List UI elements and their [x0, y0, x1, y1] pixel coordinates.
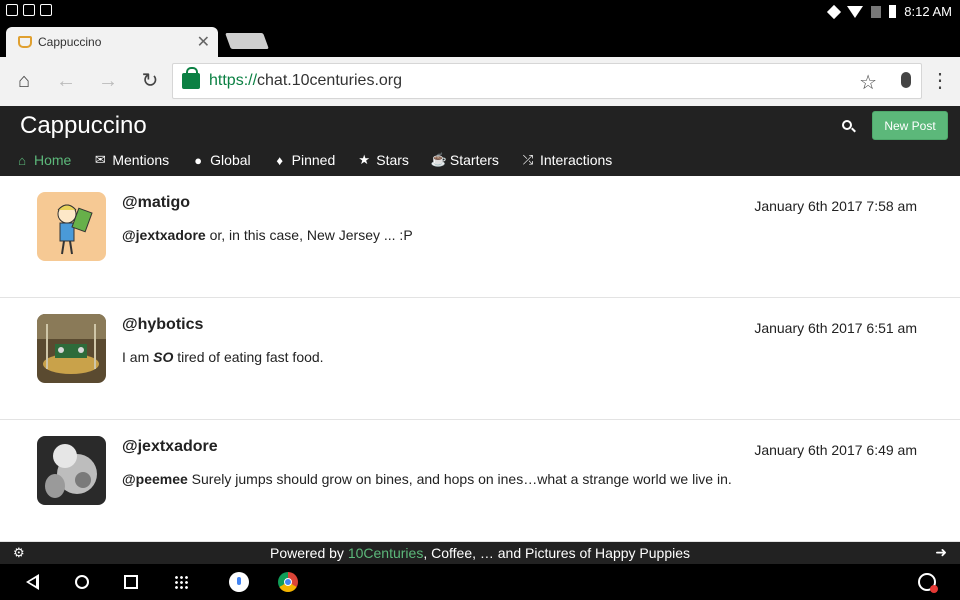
nav-label: Global — [210, 152, 251, 168]
browser-toolbar: ⌂ ← → ↻ https://chat.10centuries.org ☆ ⋮ — [0, 57, 960, 106]
browser-tab-strip: Cappuccino ✕ — [0, 24, 960, 57]
bw-photo-avatar-image — [37, 436, 106, 505]
globe-icon: ● — [194, 152, 203, 168]
notification-icon — [6, 4, 18, 16]
avatar[interactable] — [37, 192, 106, 261]
cartoon-avatar-image — [37, 192, 106, 261]
avatar[interactable] — [37, 436, 106, 505]
nav-label: Home — [34, 152, 72, 168]
system-tray: 8:12 AM — [827, 4, 952, 19]
post-emphasis: SO — [153, 349, 174, 365]
battery-icon — [889, 5, 897, 18]
sign-out-icon[interactable]: ➜ — [935, 544, 947, 561]
home-icon: ⌂ — [18, 152, 26, 168]
nav-label: Starters — [449, 152, 499, 168]
post-timestamp[interactable]: January 6th 2017 6:49 am — [754, 442, 917, 458]
nav-label: Interactions — [539, 152, 613, 168]
url-host: chat.10centuries.org — [257, 72, 403, 89]
coffee-cup-icon: ☕ — [430, 152, 448, 167]
nav-item-home[interactable]: ⌂ Home — [15, 152, 71, 168]
address-bar[interactable]: https://chat.10centuries.org ☆ — [172, 63, 922, 99]
post-username[interactable]: @hybotics — [122, 316, 203, 334]
post-timestamp[interactable]: January 6th 2017 6:51 am — [754, 320, 917, 336]
reload-icon[interactable]: ↻ — [138, 69, 162, 93]
back-arrow-icon[interactable]: ← — [54, 69, 78, 93]
post-text: tired of eating fast food. — [173, 349, 324, 365]
post-username[interactable]: @jextxadore — [122, 438, 218, 456]
new-post-button[interactable]: New Post — [872, 111, 948, 140]
new-tab-button[interactable] — [225, 33, 269, 49]
app-drawer-icon[interactable] — [174, 575, 188, 589]
task-icon — [40, 4, 52, 16]
nav-label: Mentions — [112, 152, 170, 168]
back-icon[interactable] — [26, 574, 39, 590]
post-text: I am — [122, 349, 154, 365]
app-header: Cappuccino New Post ⌂ Home ✉ Mentions ● … — [0, 106, 960, 176]
post-body: @jextxadore or, in this case, New Jersey… — [122, 227, 413, 243]
coffee-cup-favicon-icon — [18, 36, 32, 48]
speedometer-icon[interactable] — [918, 573, 938, 593]
forward-arrow-icon[interactable]: → — [96, 69, 120, 93]
notification-icons — [6, 4, 52, 16]
post-body: @peemee Surely jumps should grow on bine… — [122, 471, 732, 487]
post-timestamp[interactable]: January 6th 2017 7:58 am — [754, 198, 917, 214]
nav-label: Pinned — [291, 152, 336, 168]
browser-tab-active[interactable]: Cappuccino ✕ — [6, 27, 218, 57]
microphone-icon[interactable] — [901, 72, 911, 88]
star-icon: ★ — [358, 152, 371, 167]
search-icon[interactable] — [838, 116, 862, 140]
app-footer: ⚙ Powered by 10Centuries, Coffee, … and … — [0, 542, 960, 564]
avatar[interactable] — [37, 314, 106, 383]
shuffle-icon: ⤮ — [522, 152, 534, 167]
post-text: Surely jumps should grow on bines, and h… — [187, 471, 732, 487]
home-button-icon[interactable]: ⌂ — [12, 69, 36, 93]
nav-item-pinned[interactable]: ♦ Pinned — [273, 152, 336, 168]
mention-link[interactable]: @jextxadore — [122, 227, 206, 243]
no-sim-icon — [871, 5, 882, 18]
url-text: https://chat.10centuries.org — [209, 72, 402, 90]
footer-prefix: Powered by — [270, 545, 348, 561]
tab-close-icon[interactable]: ✕ — [197, 32, 210, 52]
footer-link[interactable]: 10Centuries — [348, 545, 424, 561]
secure-lock-icon — [182, 67, 200, 89]
nav-item-starters[interactable]: ☕ Starters — [431, 152, 499, 168]
nav-item-mentions[interactable]: ✉ Mentions — [93, 152, 169, 168]
post-text: or, in this case, New Jersey ... :P — [205, 227, 413, 243]
chat-bubbles-icon: ✉ — [94, 152, 106, 167]
voice-search-icon[interactable] — [229, 572, 249, 592]
post-item[interactable]: @matigo January 6th 2017 7:58 am @jextxa… — [0, 176, 960, 298]
footer-suffix: , Coffee, … and Pictures of Happy Puppie… — [423, 545, 690, 561]
nav-item-global[interactable]: ● Global — [191, 152, 250, 168]
wifi-icon — [847, 5, 864, 18]
bookmark-star-icon[interactable]: ☆ — [859, 70, 877, 95]
post-body: I am SO tired of eating fast food. — [122, 349, 324, 365]
post-item[interactable]: @hybotics January 6th 2017 6:51 am I am … — [0, 298, 960, 420]
post-item[interactable]: @jextxadore January 6th 2017 6:49 am @pe… — [0, 420, 960, 542]
android-status-bar: 8:12 AM — [0, 0, 960, 24]
timeline: @matigo January 6th 2017 7:58 am @jextxa… — [0, 176, 960, 542]
recent-apps-icon[interactable] — [124, 575, 138, 589]
clock: 8:12 AM — [904, 4, 952, 19]
main-nav: ⌂ Home ✉ Mentions ● Global ♦ Pinned ★ St… — [15, 150, 612, 170]
mention-link[interactable]: @peemee — [122, 471, 188, 487]
footer-text: Powered by 10Centuries, Coffee, … and Pi… — [0, 545, 960, 561]
overflow-menu-icon[interactable]: ⋮ — [928, 69, 952, 93]
nav-item-interactions[interactable]: ⤮ Interactions — [521, 152, 613, 168]
android-nav-bar — [0, 564, 960, 600]
tab-title: Cappuccino — [38, 35, 102, 49]
nav-item-stars[interactable]: ★ Stars — [357, 152, 409, 168]
nav-label: Stars — [376, 152, 409, 168]
url-scheme: https:// — [209, 72, 258, 89]
rotation-icon — [827, 4, 842, 19]
post-username[interactable]: @matigo — [122, 194, 190, 212]
home-circle-icon[interactable] — [75, 575, 89, 589]
gmail-icon — [23, 4, 35, 16]
app-brand[interactable]: Cappuccino — [20, 112, 147, 140]
chrome-icon[interactable] — [278, 572, 298, 592]
pin-icon: ♦ — [276, 152, 283, 168]
robot-photo-avatar-image — [37, 314, 106, 383]
